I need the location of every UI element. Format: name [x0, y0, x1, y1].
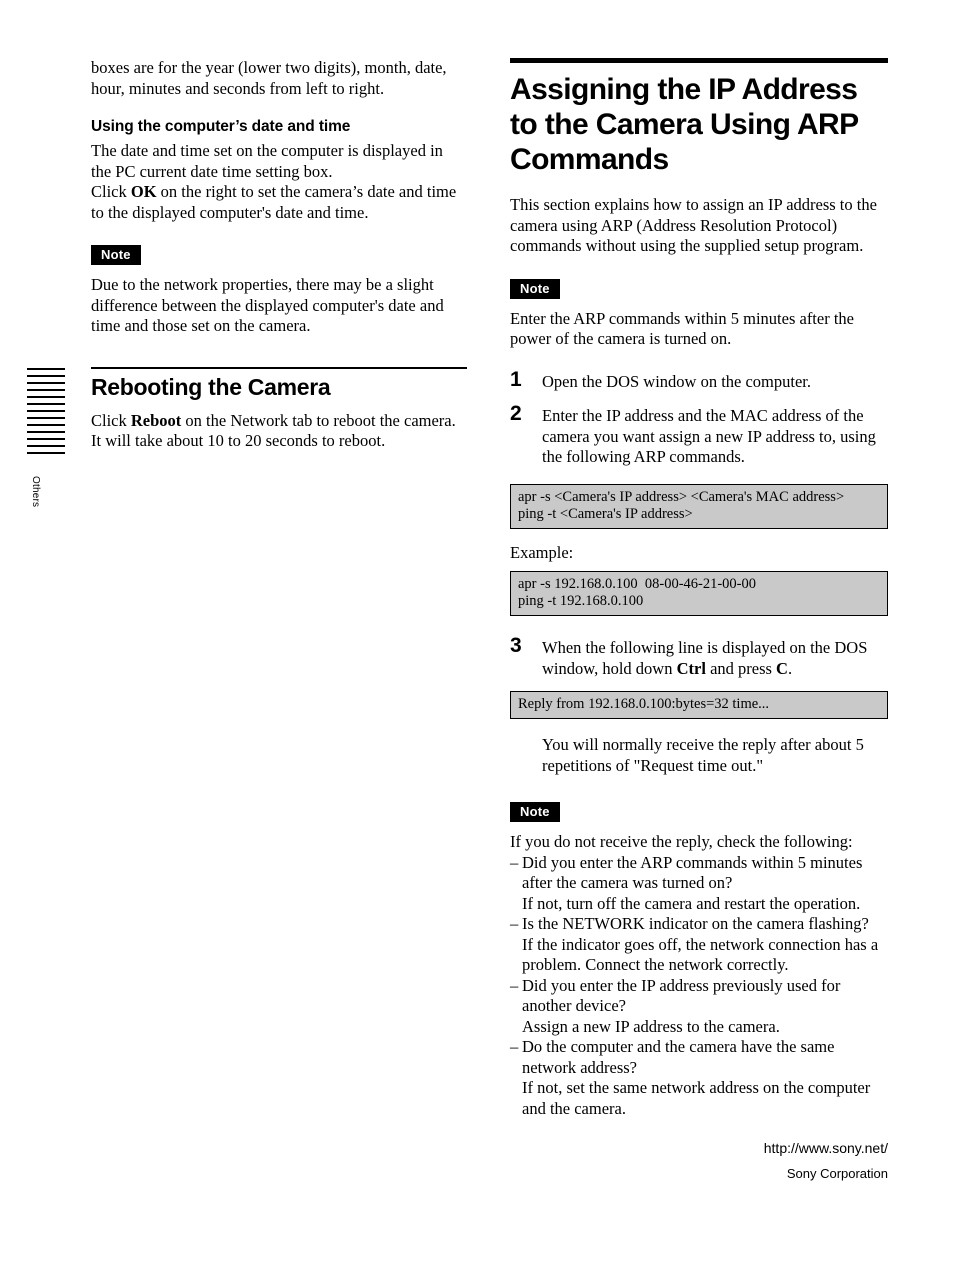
- code-block-arp-example: apr -s 192.168.0.100 08-00-46-21-00-00 p…: [510, 571, 888, 616]
- intro-paragraph: boxes are for the year (lower two digits…: [91, 58, 447, 98]
- note-text-right-1: Enter the ARP commands within 5 minutes …: [510, 308, 854, 349]
- step-number: 2: [510, 402, 522, 425]
- paragraph-date-displayed: The date and time set on the computer is…: [91, 141, 443, 181]
- side-tab-label: Others: [30, 476, 41, 508]
- sony-website-url[interactable]: http://www.sony.net/: [764, 1138, 888, 1158]
- check-question: Did you enter the ARP commands within 5 …: [522, 852, 863, 893]
- manual-page: Others boxes are for the year (lower two…: [0, 0, 954, 1274]
- step-3: 3 When the following line is displayed o…: [510, 634, 888, 679]
- check-question: Did you enter the IP address previously …: [522, 975, 841, 1016]
- step-3-suffix: .: [787, 658, 793, 678]
- tab-bar: [27, 403, 65, 405]
- tab-bar: [27, 389, 65, 391]
- section-heading-rebooting: Rebooting the Camera: [91, 373, 331, 400]
- ctrl-key-reference: Ctrl: [676, 658, 706, 678]
- tab-bar: [27, 452, 65, 454]
- chapter-rule: [510, 58, 888, 63]
- note-badge: Note: [510, 802, 560, 822]
- troubleshooting-check-list: – Did you enter the ARP commands within 5…: [510, 853, 888, 1120]
- check-list-item: – Did you enter the ARP commands within 5…: [510, 853, 888, 894]
- tab-bar: [27, 368, 65, 370]
- note-text-right-2: If you do not receive the reply, check t…: [510, 832, 853, 851]
- step-text: Open the DOS window on the computer.: [542, 371, 812, 391]
- check-answer: Assign a new IP address to the camera.: [522, 1016, 780, 1036]
- dash-bullet-icon: –: [510, 1037, 519, 1056]
- note-block-left: Note: [91, 245, 467, 265]
- check-answer: If not, set the same network address on …: [522, 1078, 871, 1118]
- tab-bar: [27, 382, 65, 384]
- tab-bar: [27, 445, 65, 447]
- step-2: 2 Enter the IP address and the MAC addre…: [510, 402, 888, 468]
- side-tab-marker: Others: [27, 368, 65, 507]
- ok-button-reference: OK: [130, 182, 157, 201]
- tab-bar: [27, 396, 65, 398]
- paragraph-click-ok: Click OK on the right to set the camera’…: [91, 182, 467, 223]
- note-text-left: Due to the network properties, there may…: [91, 275, 444, 335]
- tab-bar: [27, 431, 65, 433]
- example-label: Example:: [510, 542, 574, 562]
- left-column: boxes are for the year (lower two digits…: [91, 58, 467, 452]
- check-question: Do the computer and the camera have the …: [522, 1037, 835, 1077]
- reboot-prefix: Click: [91, 410, 131, 430]
- code-block-ping-reply: Reply from 192.168.0.100:bytes=32 time..…: [510, 691, 888, 719]
- step-1: 1 Open the DOS window on the computer.: [510, 367, 888, 393]
- tab-bar: [27, 410, 65, 412]
- click-ok-prefix: Click: [91, 182, 131, 201]
- note-block-right-2: Note: [510, 802, 888, 822]
- step-text: When the following line is displayed on …: [542, 638, 867, 678]
- step-number: 3: [510, 634, 522, 657]
- section-divider-rule: [91, 366, 467, 369]
- paragraph-reboot: Click Reboot on the Network tab to reboo…: [91, 411, 467, 452]
- tab-bar: [27, 438, 65, 440]
- check-list-item: – Do the computer and the camera have the…: [510, 1037, 888, 1078]
- check-question: Is the NETWORK indicator on the camera f…: [522, 914, 869, 933]
- c-key-reference: C: [776, 658, 788, 678]
- check-list-item: – Did you enter the IP address previously…: [510, 976, 888, 1017]
- subheading-using-computer-date: Using the computer’s date and time: [91, 118, 351, 135]
- check-answer: If not, turn off the camera and restart …: [522, 893, 861, 913]
- dash-bullet-icon: –: [510, 852, 519, 872]
- page-title: Assigning the IP Address to the Camera U…: [510, 73, 859, 176]
- right-column: Assigning the IP Address to the Camera U…: [510, 58, 888, 1119]
- note-badge: Note: [510, 278, 560, 299]
- chapter-intro-paragraph: This section explains how to assign an I…: [510, 195, 877, 255]
- note-block-right-1: Note: [510, 278, 888, 299]
- tab-bar: [27, 417, 65, 419]
- step-text: Enter the IP address and the MAC address…: [542, 406, 876, 466]
- check-answer: If the indicator goes off, the network c…: [522, 934, 879, 975]
- tab-bar-group: [27, 368, 65, 454]
- page-footer: http://www.sony.net/ Sony Corporation: [764, 1138, 888, 1184]
- tab-bar: [27, 375, 65, 377]
- dash-bullet-icon: –: [510, 975, 519, 995]
- reboot-button-reference: Reboot: [130, 410, 182, 430]
- paragraph-after-reply: You will normally receive the reply afte…: [542, 735, 864, 775]
- tab-bar: [27, 424, 65, 426]
- step-number: 1: [510, 367, 522, 391]
- check-list-item: – Is the NETWORK indicator on the camera …: [510, 914, 888, 935]
- note-badge: Note: [91, 245, 141, 265]
- code-block-arp-syntax: apr -s <Camera's IP address> <Camera's M…: [510, 483, 888, 529]
- company-name: Sony Corporation: [786, 1166, 888, 1181]
- step-3-middle: and press: [705, 658, 777, 678]
- dash-bullet-icon: –: [510, 914, 519, 933]
